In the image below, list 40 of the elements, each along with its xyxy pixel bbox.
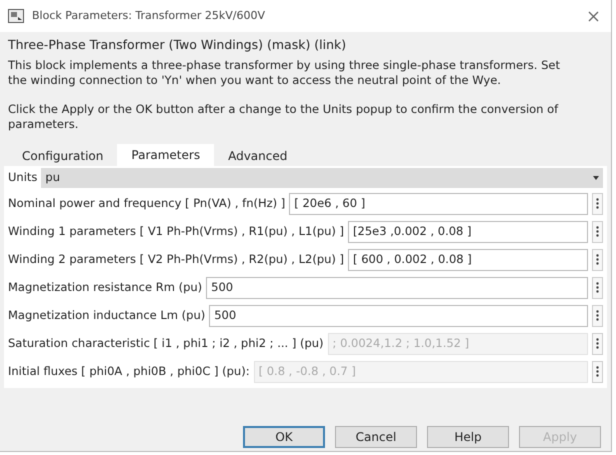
more-options-button[interactable] (592, 276, 603, 299)
vertical-dots-icon (596, 282, 599, 294)
more-options-button[interactable] (592, 360, 603, 383)
dialog-button[interactable]: Help (427, 426, 509, 448)
mask-title: Three-Phase Transformer (Two Windings) (mask) (link) (8, 36, 348, 54)
more-options-button[interactable] (592, 304, 603, 327)
field-label: Saturation characteristic [ i1 , phi1 ; i2 , phi2 ; ... ] (pu) (8, 335, 324, 352)
dropdown-arrow-icon (593, 176, 599, 180)
vertical-dots-icon (596, 310, 599, 322)
vertical-dots-icon (596, 254, 599, 266)
field-label: Nominal power and frequency [ Pn(VA) , fn(Hz) ] (8, 195, 286, 212)
more-options-button[interactable] (592, 220, 603, 243)
dialog-button[interactable]: Cancel (335, 426, 417, 448)
tab[interactable]: Parameters (117, 144, 214, 166)
input-field[interactable]: [ 600 , 0.002 , 0.08 ] (348, 248, 588, 271)
more-options-button[interactable] (592, 332, 603, 355)
input-field[interactable]: 500 (206, 276, 588, 299)
field-label: Units (8, 169, 38, 186)
vertical-dots-icon (596, 226, 599, 238)
app-icon (8, 9, 24, 23)
description-text: Click the Apply or the OK button after a change to the Units popup to confirm the conversion of parameters. (8, 102, 560, 132)
field-label: Magnetization resistance Rm (pu) (8, 279, 202, 296)
more-options-button[interactable] (592, 192, 603, 215)
dropdown-value: pu (45, 169, 60, 186)
field-label: Initial fluxes [ phi0A , phi0B , phi0C ] (pu): (8, 363, 250, 380)
units-dropdown[interactable]: pu (41, 168, 603, 188)
vertical-dots-icon (596, 198, 599, 210)
field-label: Magnetization inductance Lm (pu) (8, 307, 206, 324)
input-field[interactable]: 500 (209, 304, 588, 327)
description-text: This block implements a three-phase transformer by using three single-phase transformers. Set the winding connection to 'Yn' when you want to access the neutral point of the Wye. (8, 58, 561, 88)
input-field[interactable]: [25e3 ,0.002 , 0.08 ] (348, 220, 588, 243)
close-icon[interactable] (588, 10, 599, 22)
window-title: Block Parameters: Transformer 25kV/600V (32, 8, 266, 24)
input-field[interactable]: [ 20e6 , 60 ] (289, 192, 588, 215)
vertical-dots-icon (596, 366, 599, 378)
field-label: Winding 1 parameters [ V1 Ph-Ph(Vrms) , R1(pu) , L1(pu) ] (8, 223, 344, 240)
vertical-dots-icon (596, 338, 599, 350)
more-options-button[interactable] (592, 248, 603, 271)
dialog-button[interactable]: OK (243, 426, 325, 448)
field-label: Winding 2 parameters [ V2 Ph-Ph(Vrms) , R2(pu) , L2(pu) ] (8, 251, 344, 268)
